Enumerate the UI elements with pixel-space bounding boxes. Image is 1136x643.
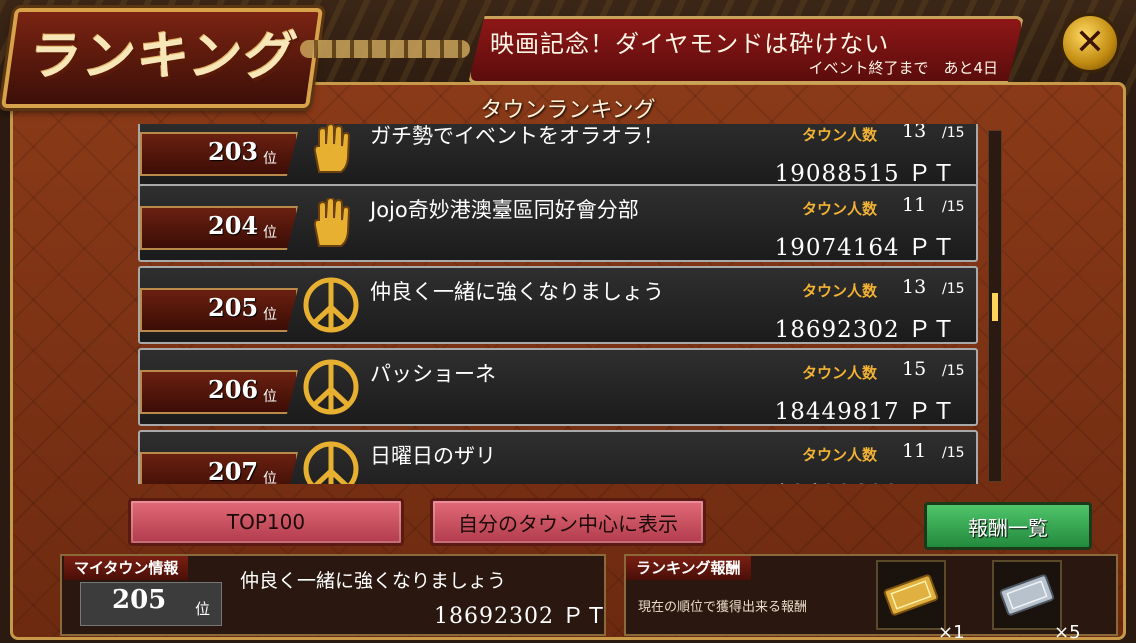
ranking-reward-label: ランキング報酬 [626,556,751,580]
members-max: /15 [942,199,965,215]
decorative-chain [300,40,470,58]
center-my-town-button[interactable]: 自分のタウン中心に表示 [430,498,706,546]
ranking-row[interactable]: 204 位 Jojo奇妙港澳臺區同好會分部 タウン人数 11 /15 19074… [138,184,978,262]
ranking-row[interactable]: 203 位 ガチ勢でイベントをオラオラ！ タウン人数 13 /15 190885… [138,124,978,188]
town-points: 18449817 ＰＴ [774,399,956,425]
members-label: タウン人数 [802,364,878,382]
members-count: 11 [902,440,927,462]
rank-suffix: 位 [263,307,277,323]
ranking-reward-description: 現在の順位で獲得出来る報酬 [638,600,808,615]
members-max: /15 [942,363,965,379]
rank-number: 206 [208,375,259,404]
close-icon: ✕ [1074,22,1106,63]
peace-icon [302,440,360,484]
members-max: /15 [942,445,965,461]
rank-suffix: 位 [263,471,277,484]
peace-icon [302,276,360,334]
rank-suffix: 位 [263,151,277,167]
close-button[interactable]: ✕ [1060,13,1120,73]
ranking-list[interactable]: 203 位 ガチ勢でイベントをオラオラ！ タウン人数 13 /15 190885… [130,124,980,484]
rank-number: 205 [208,293,259,322]
my-rank-number: 205 [112,585,167,615]
event-title: 映画記念！ダイヤモンドは砕けない [490,30,890,58]
ranking-row[interactable]: 205 位 仲良く一緒に強くなりましょう タウン人数 13 /15 186923… [138,266,978,344]
town-name: パッショーネ [370,362,496,386]
peace-icon [302,358,360,416]
rank-suffix: 位 [263,225,277,241]
rank-number: 203 [208,137,259,166]
members-label: タウン人数 [802,200,878,218]
my-town-points: 18692302 ＰＴ [434,604,608,629]
members-count: 15 [902,358,927,380]
rank-number: 207 [208,457,259,484]
reward-list-button[interactable]: 報酬一覧 [924,502,1092,550]
hand-icon [302,194,360,252]
town-points: 18433690 ＰＴ [775,474,956,484]
ranking-row[interactable]: 206 位 パッショーネ タウン人数 15 /15 18449817 ＰＴ [138,348,978,426]
top100-button[interactable]: TOP100 [128,498,404,546]
members-count: 13 [902,276,927,298]
list-scrollbar[interactable] [988,130,1002,482]
my-town-name: 仲良く一緒に強くなりましょう [240,570,507,592]
members-label: タウン人数 [802,282,878,300]
town-points: 18692302 ＰＴ [774,317,956,343]
rank-number: 204 [208,211,259,240]
gold-ticket-icon[interactable] [876,560,946,630]
ranking-row[interactable]: 207 位 日曜日のザリ タウン人数 11 /15 18433690 ＰＴ [138,430,978,484]
members-count: 13 [902,124,927,142]
my-rank-suffix: 位 [195,600,211,618]
ranking-logo-text: ランキング [25,26,303,87]
town-name: ガチ勢でイベントをオラオラ！ [370,124,664,148]
section-title: タウンランキング [480,98,656,123]
members-label: タウン人数 [802,126,878,144]
hand-icon [302,124,360,178]
members-max: /15 [942,125,965,141]
members-max: /15 [942,281,965,297]
town-points: 19088515 ＰＴ [774,161,956,187]
town-name: 日曜日のザリ [370,444,496,468]
town-name: Jojo奇妙港澳臺區同好會分部 [370,198,639,222]
event-remaining: イベント終了まで あと4日 [808,59,998,77]
members-count: 11 [902,194,927,216]
town-name: 仲良く一緒に強くなりましょう [370,280,664,304]
silver-ticket-icon[interactable] [992,560,1062,630]
members-label: タウン人数 [802,446,878,464]
town-points: 19074164 ＰＴ [774,235,956,261]
scrollbar-thumb[interactable] [992,293,998,321]
rank-suffix: 位 [263,389,277,405]
my-town-label: マイタウン情報 [64,556,189,580]
